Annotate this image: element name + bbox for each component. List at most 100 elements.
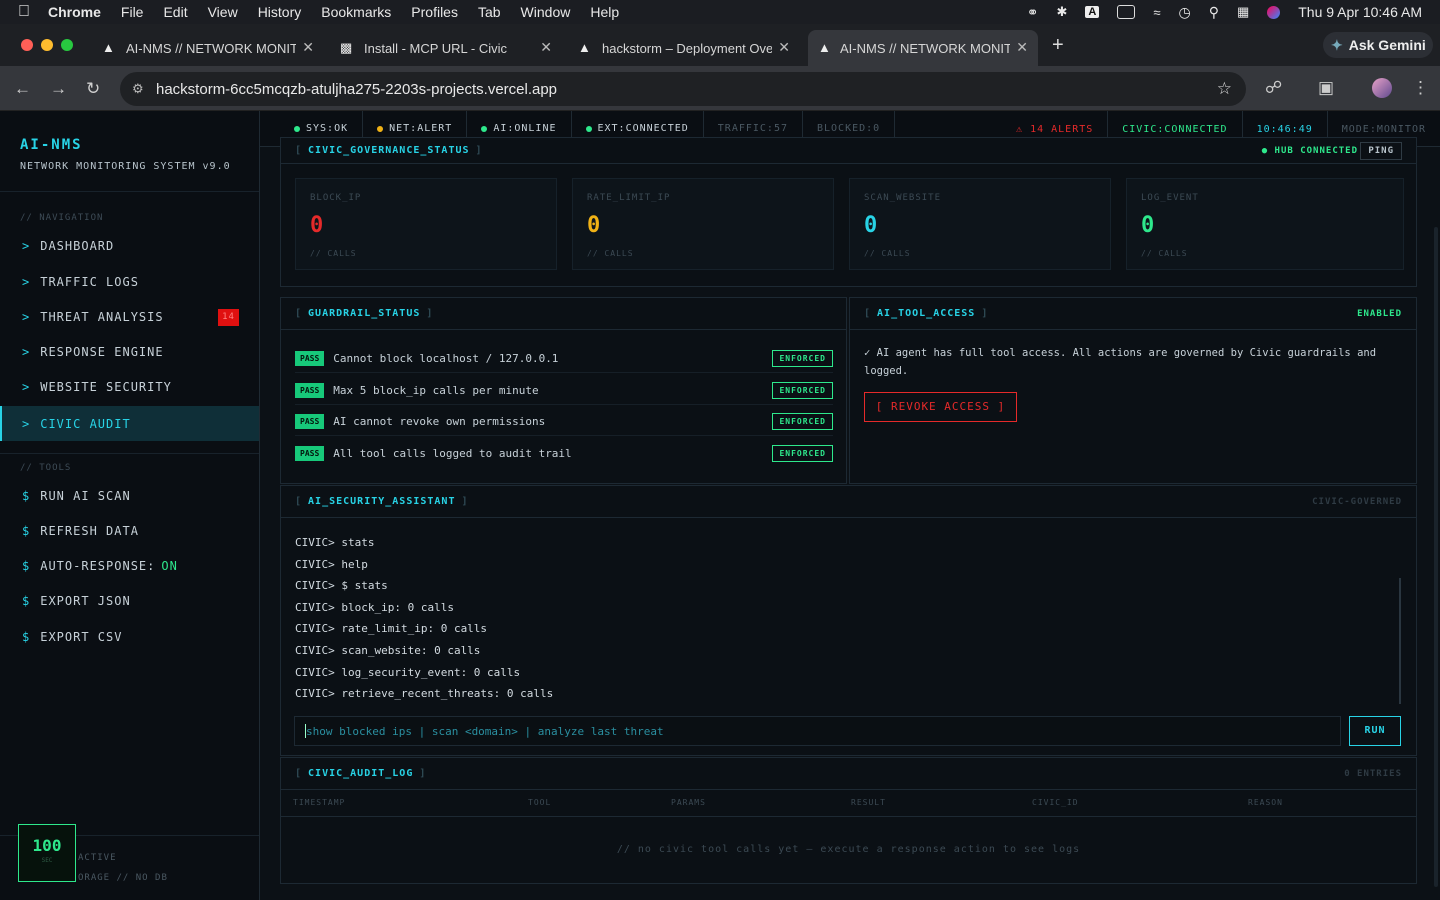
apple-icon[interactable]: 	[18, 3, 30, 21]
tool-label: AUTO-RESPONSE:	[40, 559, 156, 573]
browser-tab[interactable]: ▲ hackstorm – Deployment Ove ✕	[578, 30, 800, 66]
bookmark-star-icon[interactable]: ☆	[1217, 79, 1232, 99]
menu-tab[interactable]: Tab	[478, 4, 501, 20]
console-line: CIVIC> stats	[295, 536, 375, 549]
metric-value: 0	[587, 213, 601, 238]
menu-profiles[interactable]: Profiles	[411, 4, 458, 20]
creative-cloud-icon[interactable]: ⚭	[1027, 4, 1039, 21]
tool-run-ai-scan[interactable]: $ RUN AI SCAN	[0, 479, 259, 513]
nav-item-website-security[interactable]: > WEBSITE SECURITY	[0, 370, 259, 404]
ai-tool-access-panel: [ AI_TOOL_ACCESS ] ENABLED ✓ AI agent ha…	[849, 297, 1417, 484]
forward-icon[interactable]: →	[50, 79, 67, 99]
nav-section-header: // NAVIGATION	[20, 213, 104, 223]
dollar-glyph: $	[22, 594, 31, 608]
extensions-icon[interactable]: ☍	[1265, 78, 1282, 98]
tool-export-json[interactable]: $ EXPORT JSON	[0, 584, 259, 618]
browser-tab[interactable]: ▩ Install - MCP URL - Civic ✕	[340, 30, 562, 66]
tab-title: Install - MCP URL - Civic	[364, 40, 508, 56]
tool-refresh-data[interactable]: $ REFRESH DATA	[0, 514, 259, 548]
reload-icon[interactable]: ↻	[86, 79, 100, 99]
site-info-icon[interactable]: ⚙	[132, 81, 144, 97]
revoke-access-button[interactable]: [ REVOKE ACCESS ]	[864, 392, 1017, 422]
app-logo[interactable]: AI-NMS	[20, 137, 83, 153]
menu-bookmarks[interactable]: Bookmarks	[321, 4, 391, 20]
profile-avatar[interactable]	[1372, 78, 1392, 98]
metric-label: SCAN_WEBSITE	[864, 193, 942, 203]
close-tab-icon[interactable]: ✕	[302, 39, 314, 56]
console-scrollbar[interactable]	[1399, 578, 1401, 704]
guardrail-rule: PASS Cannot block localhost / 127.0.0.1 …	[295, 345, 833, 373]
access-message: ✓ AI agent has full tool access. All act…	[864, 347, 1377, 377]
menu-history[interactable]: History	[258, 4, 302, 20]
pass-badge: PASS	[295, 414, 325, 429]
window-zoom-button[interactable]	[61, 39, 73, 51]
divider	[0, 191, 259, 192]
nav-label: DASHBOARD	[40, 239, 115, 253]
tool-export-csv[interactable]: $ EXPORT CSV	[0, 620, 259, 654]
governance-tag: CIVIC-GOVERNED	[1312, 496, 1402, 507]
browser-tab-active[interactable]: ▲ AI-NMS // NETWORK MONITO ✕	[808, 30, 1038, 66]
metric-value: 0	[310, 213, 324, 238]
url-text: hackstorm-6cc5mcqzb-atuljha275-2203s-pro…	[156, 80, 558, 98]
command-input[interactable]: show blocked ips | scan <domain> | analy…	[294, 716, 1341, 746]
ask-gemini-button[interactable]: ✦ Ask Gemini	[1323, 32, 1433, 58]
back-icon[interactable]: ←	[14, 79, 31, 99]
browser-tab[interactable]: ▲ AI-NMS // NETWORK MONITO ✕	[102, 30, 324, 66]
menu-window[interactable]: Window	[521, 4, 571, 20]
empty-state-message: // no civic tool calls yet — execute a r…	[616, 844, 1081, 855]
tool-auto-response-toggle[interactable]: $ AUTO-RESPONSE: ON	[0, 549, 259, 583]
time-machine-icon[interactable]: ◷	[1178, 4, 1190, 21]
menu-view[interactable]: View	[208, 4, 238, 20]
control-center-icon[interactable]: ▦	[1237, 4, 1249, 20]
guardrail-rule: PASS All tool calls logged to audit trai…	[295, 439, 833, 467]
siri-icon[interactable]	[1267, 5, 1281, 19]
spotlight-search-icon[interactable]: ⚲	[1209, 4, 1219, 21]
panel-header: [ CIVIC_GOVERNANCE_STATUS ] ● HUB CONNEC…	[281, 138, 1416, 164]
close-tab-icon[interactable]: ✕	[778, 39, 790, 56]
column-header-timestamp: TIMESTAMP	[293, 798, 346, 807]
window-minimize-button[interactable]	[41, 39, 53, 51]
panel-title: GUARDRAIL_STATUS	[308, 308, 421, 319]
main-content: [ CIVIC_GOVERNANCE_STATUS ] ● HUB CONNEC…	[260, 137, 1440, 900]
window-close-button[interactable]	[21, 39, 33, 51]
close-tab-icon[interactable]: ✕	[1016, 39, 1028, 56]
menu-edit[interactable]: Edit	[163, 4, 187, 20]
new-tab-icon[interactable]: +	[1052, 34, 1064, 57]
tab-search-icon[interactable]: ▣	[1318, 78, 1334, 98]
status-sys-label: SYS:OK	[306, 123, 349, 134]
panel-title: AI_SECURITY_ASSISTANT	[308, 496, 456, 507]
battery-icon[interactable]	[1117, 5, 1136, 19]
status-dot-icon	[585, 125, 592, 132]
menu-app-name[interactable]: Chrome	[48, 4, 101, 20]
nav-item-dashboard[interactable]: > DASHBOARD	[0, 229, 259, 263]
column-header-reason: REASON	[1248, 798, 1283, 807]
metric-scan-website: SCAN_WEBSITE 0 // CALLS	[849, 178, 1111, 270]
enforced-badge: ENFORCED	[772, 413, 833, 430]
menu-file[interactable]: File	[121, 4, 144, 20]
nav-item-threat-analysis[interactable]: > THREAT ANALYSIS 14	[0, 300, 259, 334]
divider	[281, 816, 1416, 817]
prompt-glyph: >	[22, 310, 31, 324]
menubar-clock[interactable]: Thu 9 Apr 10:46 AM	[1298, 4, 1422, 20]
panel-header: [ CIVIC_AUDIT_LOG ] 0 ENTRIES	[281, 758, 1416, 790]
console-line: CIVIC> scan_website: 0 calls	[295, 644, 481, 657]
wifi-icon[interactable]: ≈	[1153, 5, 1160, 20]
metric-label: RATE_LIMIT_IP	[587, 193, 671, 203]
nav-item-response-engine[interactable]: > RESPONSE ENGINE	[0, 335, 259, 369]
run-command-button[interactable]: RUN	[1349, 716, 1401, 746]
input-source-icon[interactable]: A	[1085, 6, 1100, 18]
close-tab-icon[interactable]: ✕	[540, 39, 552, 56]
app-subtitle: NETWORK MONITORING SYSTEM v9.0	[20, 161, 231, 172]
nav-item-civic-audit[interactable]: > CIVIC AUDIT	[0, 406, 259, 441]
panel-title: CIVIC_GOVERNANCE_STATUS	[308, 145, 470, 156]
command-placeholder: show blocked ips | scan <domain> | analy…	[306, 724, 664, 738]
bluetooth-icon[interactable]: ✱	[1056, 4, 1067, 20]
page-scrollbar[interactable]	[1434, 227, 1438, 887]
nav-item-traffic-logs[interactable]: > TRAFFIC LOGS	[0, 265, 259, 299]
panel-header: [ AI_TOOL_ACCESS ] ENABLED	[850, 298, 1416, 330]
menu-help[interactable]: Help	[590, 4, 619, 20]
more-menu-icon[interactable]: ⋮	[1412, 78, 1429, 98]
ping-button[interactable]: PING	[1360, 142, 1402, 160]
address-bar[interactable]: ⚙ hackstorm-6cc5mcqzb-atuljha275-2203s-p…	[120, 72, 1246, 106]
tool-label: EXPORT CSV	[40, 630, 123, 644]
